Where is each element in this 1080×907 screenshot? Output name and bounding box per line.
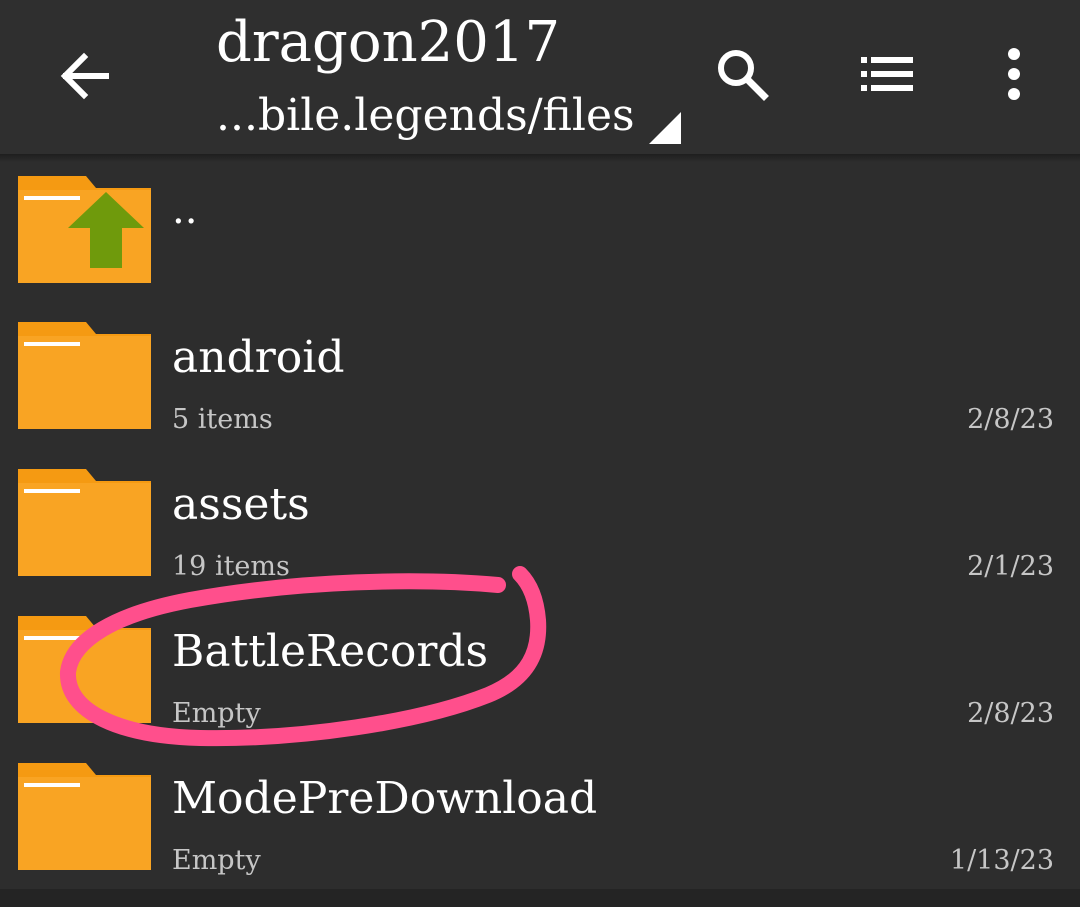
more-vertical-icon (1008, 48, 1020, 100)
search-button[interactable] (702, 34, 782, 114)
item-count: Empty (172, 845, 261, 876)
list-item-modepredownload[interactable]: ModePreDownload Empty 1/13/23 (0, 749, 1080, 895)
list-item-assets[interactable]: assets 19 items 2/1/23 (0, 455, 1080, 601)
path-dropdown[interactable]: ...bile.legends/files (216, 86, 681, 146)
current-path: ...bile.legends/files (216, 90, 635, 141)
view-mode-button[interactable] (847, 34, 927, 114)
file-manager-screen: dragon2017 ...bile.legends/files .. andr… (0, 0, 1080, 907)
folder-icon (18, 763, 151, 870)
back-button[interactable] (44, 36, 124, 116)
file-name: assets (172, 479, 310, 530)
item-count: 5 items (172, 404, 273, 435)
list-item-battlerecords[interactable]: BattleRecords Empty 2/8/23 (0, 602, 1080, 748)
dropdown-triangle-icon (648, 112, 681, 144)
file-name: .. (172, 187, 198, 233)
folder-icon (18, 616, 151, 723)
file-name: android (172, 332, 345, 383)
bottom-divider (0, 889, 1080, 907)
folder-title: dragon2017 (216, 10, 561, 75)
item-count: 19 items (172, 551, 290, 582)
modified-date: 2/8/23 (967, 698, 1054, 729)
top-app-bar: dragon2017 ...bile.legends/files (0, 0, 1080, 154)
arrow-left-icon (60, 52, 109, 100)
file-list: .. android 5 items 2/8/23 assets 19 item… (0, 162, 1080, 907)
modified-date: 2/8/23 (967, 404, 1054, 435)
app-bar-shadow (0, 154, 1080, 162)
file-name: BattleRecords (172, 626, 489, 677)
list-view-icon (861, 57, 913, 91)
folder-up-icon (18, 176, 151, 283)
folder-icon (18, 322, 151, 429)
modified-date: 1/13/23 (949, 845, 1054, 876)
modified-date: 2/1/23 (967, 551, 1054, 582)
list-item-parent-directory[interactable]: .. (0, 162, 1080, 308)
list-item-android[interactable]: android 5 items 2/8/23 (0, 308, 1080, 454)
folder-icon (18, 469, 151, 576)
item-count: Empty (172, 698, 261, 729)
file-name: ModePreDownload (172, 773, 598, 824)
search-icon (718, 50, 769, 101)
overflow-menu-button[interactable] (974, 34, 1054, 114)
